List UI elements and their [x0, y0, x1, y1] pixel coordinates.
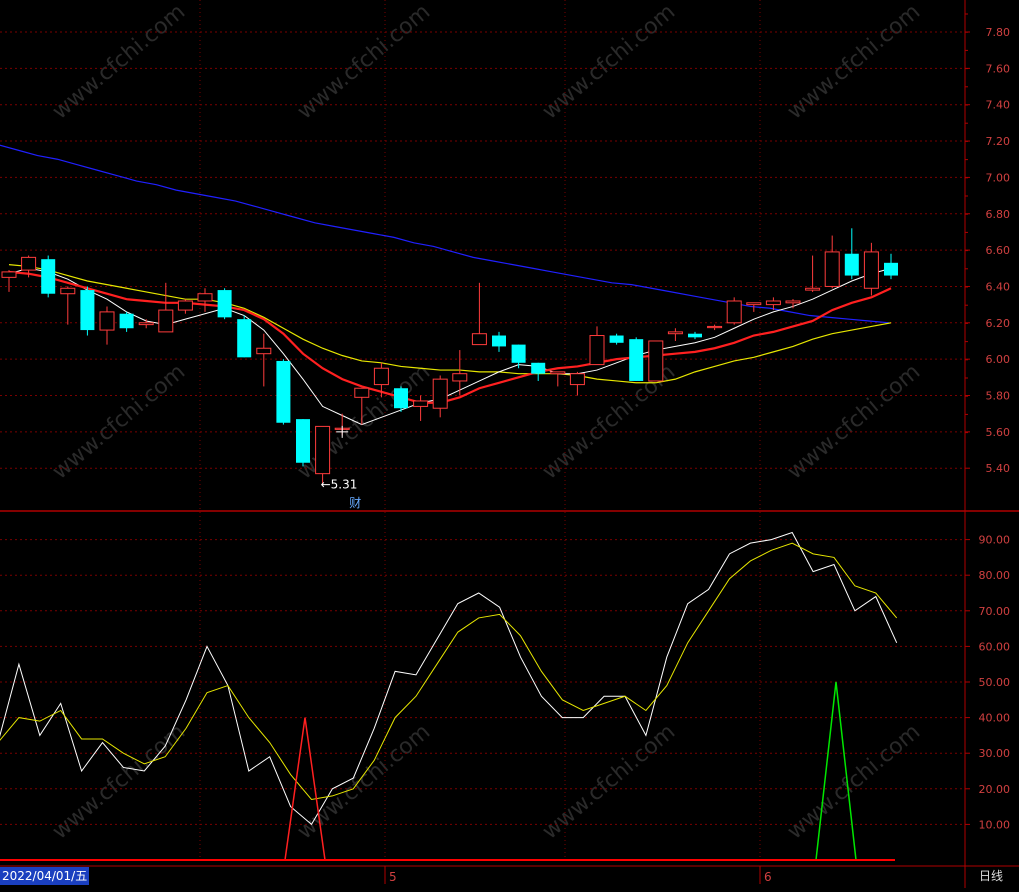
y-tick-label: 7.00	[986, 171, 1011, 184]
candle-body-down	[296, 419, 310, 463]
candle-body-up	[99, 311, 115, 331]
osc-tick-label: 60.00	[979, 640, 1011, 653]
candle-body-up	[569, 373, 585, 386]
y-tick-label: 6.80	[986, 208, 1011, 221]
date-cursor-label: 2022/04/01/五	[0, 867, 90, 885]
candle-body-up	[726, 300, 742, 324]
osc-tick-label: 90.00	[979, 534, 1011, 547]
candle-body-down	[629, 339, 644, 381]
candle-body-up	[197, 293, 213, 302]
candle-body-up	[177, 300, 193, 311]
y-tick-label: 7.60	[986, 62, 1011, 75]
candle-body-up	[667, 331, 683, 335]
candle-body-up	[256, 347, 272, 355]
osc-tick-label: 80.00	[979, 569, 1011, 582]
y-tick-label: 6.00	[986, 353, 1011, 366]
watermark-text: www.cfchi.com	[783, 359, 925, 484]
candle-body-up	[315, 425, 331, 475]
candle-body-up	[785, 300, 801, 304]
y-tick-label: 5.80	[986, 390, 1011, 403]
period-tab[interactable]: 日线	[979, 867, 1003, 885]
candle-body-down	[41, 259, 56, 294]
stock-chart: www.cfchi.com www.cfchi.com www.cfchi.com w…	[0, 0, 1019, 888]
candle-body-up	[805, 287, 821, 291]
y-tick-label: 5.60	[986, 426, 1011, 439]
candle-body-up	[413, 400, 429, 407]
candle-body-up	[21, 256, 37, 271]
candle-body-down	[531, 362, 546, 374]
osc-tick-label: 10.00	[979, 818, 1011, 831]
candle-body-up	[471, 333, 487, 346]
candle-body-down	[884, 262, 898, 276]
candle-body-down	[276, 360, 291, 423]
candle-body-down	[394, 388, 408, 409]
watermark-text: www.cfchi.com	[538, 0, 680, 125]
y-tick-label: 6.40	[986, 280, 1011, 293]
candle-body-down	[844, 253, 859, 276]
osc-tick-label: 50.00	[979, 676, 1011, 689]
y-tick-label: 5.40	[986, 462, 1011, 475]
candle-body-up	[863, 251, 879, 289]
candle-body-down	[492, 335, 506, 347]
x-tick-label: 5	[389, 870, 397, 884]
y-tick-label: 6.20	[986, 317, 1011, 330]
candle-body-up	[452, 373, 468, 382]
ma-blue-line	[0, 144, 890, 324]
candle-body-up	[1, 271, 17, 278]
x-tick-label: 6	[764, 870, 772, 884]
candle-body-down	[80, 290, 95, 331]
candle-body-down	[609, 335, 624, 343]
osc-tick-label: 30.00	[979, 747, 1011, 760]
candle-body-up	[648, 340, 664, 382]
watermark-text: www.cfchi.com	[48, 0, 190, 125]
watermark-text: www.cfchi.com	[783, 0, 925, 125]
osc-tick-label: 70.00	[979, 605, 1011, 618]
y-tick-label: 6.60	[986, 244, 1011, 257]
candle-body-down	[688, 333, 702, 338]
candle-body-up	[707, 325, 723, 329]
candle-body-up	[432, 378, 448, 409]
candle-body-up	[589, 335, 605, 366]
y-tick-label: 7.20	[986, 135, 1011, 148]
watermark-text: www.cfchi.com	[48, 359, 190, 484]
candle-body-down	[511, 344, 526, 363]
y-tick-label: 7.40	[986, 99, 1011, 112]
candle-body-up	[765, 300, 781, 306]
candle-body-up	[60, 287, 76, 295]
watermark-text: www.cfchi.com	[783, 719, 925, 844]
candle-body-up	[354, 387, 370, 398]
watermark-text: www.cfchi.com	[538, 719, 680, 844]
candle-body-up	[746, 302, 762, 306]
osc-tick-label: 40.00	[979, 712, 1011, 725]
watermark-text: www.cfchi.com	[293, 0, 435, 125]
chart-stage: www.cfchi.com www.cfchi.com www.cfchi.com w…	[0, 0, 1019, 888]
candle-body-up	[373, 367, 389, 386]
event-marker: 财	[349, 496, 361, 510]
candle-body-up	[158, 309, 174, 333]
watermark-text: www.cfchi.com	[293, 359, 435, 484]
candle-body-up	[138, 322, 154, 326]
candle-body-down	[237, 319, 252, 358]
osc-tick-label: 20.00	[979, 783, 1011, 796]
candle-body-down	[217, 290, 232, 318]
candle-body-down	[119, 313, 134, 329]
y-tick-label: 7.80	[986, 26, 1011, 39]
candle-body-up	[550, 371, 566, 375]
low-price-label: ←5.31	[321, 478, 358, 492]
candle-body-up	[824, 251, 840, 287]
